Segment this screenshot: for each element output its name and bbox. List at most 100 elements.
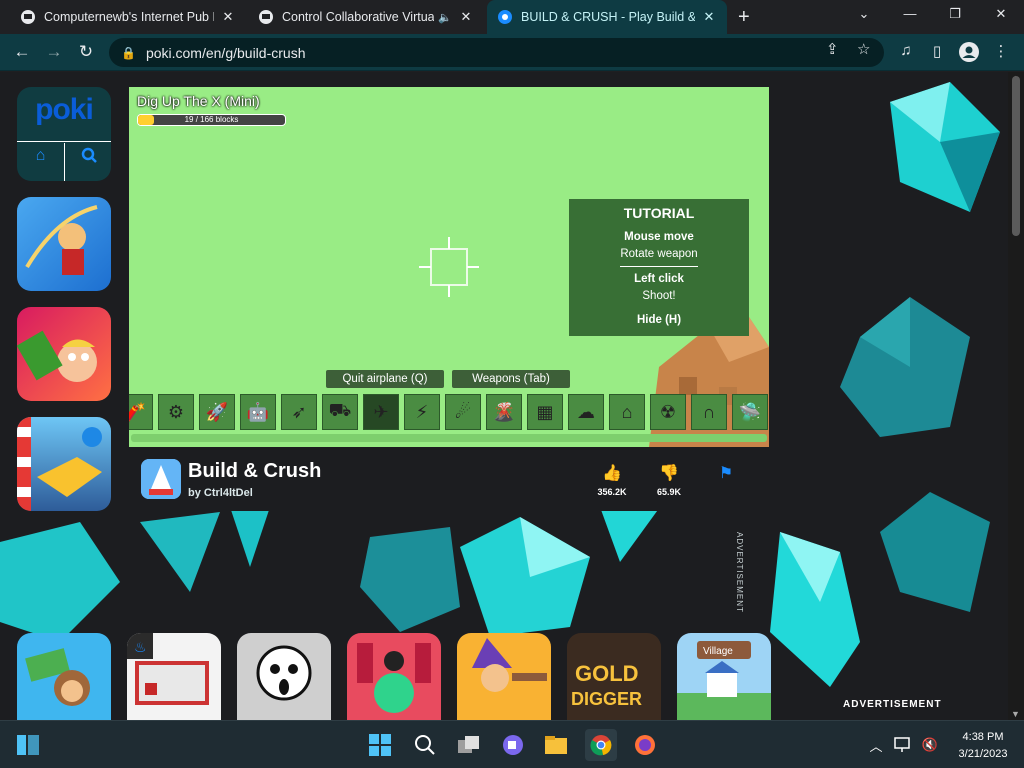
divider <box>620 266 698 267</box>
meteor-slot[interactable]: ☄ <box>445 394 481 430</box>
minimize-icon[interactable]: — <box>898 6 922 21</box>
ufo-slot[interactable]: 🛸 <box>732 394 768 430</box>
volcano-slot[interactable]: 🌋 <box>486 394 522 430</box>
crystal-decoration <box>880 492 990 612</box>
address-bar[interactable]: 🔒 poki.com/en/g/build-crush <box>109 38 884 67</box>
crystal-decoration <box>230 507 270 567</box>
tab-close-icon[interactable]: ✕ <box>701 9 717 25</box>
reload-icon[interactable]: ↻ <box>75 42 97 62</box>
poki-logo[interactable]: poki <box>17 93 111 139</box>
crystal-decoration <box>600 507 660 562</box>
tab-computernewb[interactable]: Computernewb's Internet Pub Ho ✕ <box>10 0 246 34</box>
close-window-icon[interactable]: ✕ <box>989 6 1013 22</box>
poki-favicon-icon <box>498 10 512 24</box>
start-icon[interactable] <box>366 731 394 759</box>
media-control-icon[interactable]: ♫ <box>895 42 917 59</box>
robot-slot[interactable]: 🤖 <box>240 394 276 430</box>
page-scrollbar[interactable]: ▲ ▼ <box>1008 72 1024 720</box>
game-thumbnail[interactable]: Village <box>677 633 771 720</box>
tab-search-icon[interactable]: ⌄ <box>852 6 876 22</box>
game-author[interactable]: by Ctrl4ltDel <box>188 487 253 499</box>
chrome-icon[interactable] <box>585 729 617 761</box>
cannon-slot[interactable]: ⛟ <box>322 394 358 430</box>
game-thumbnail[interactable] <box>17 417 111 511</box>
report-button[interactable]: ⚑ <box>706 463 746 483</box>
task-view-icon[interactable] <box>455 731 483 759</box>
dynamite-slot[interactable]: 🧨 <box>129 394 153 430</box>
tab-strip: Computernewb's Internet Pub Ho ✕ Control… <box>0 0 1024 34</box>
game-thumbnail[interactable]: GOLD DIGGER <box>567 633 661 720</box>
restore-icon[interactable]: ❐ <box>943 6 967 22</box>
tab-control-collaborative[interactable]: Control Collaborative Virtual 🔈 ✕ <box>248 0 484 34</box>
cloud-slot[interactable]: ☁ <box>568 394 604 430</box>
widgets-icon[interactable] <box>14 731 42 759</box>
weapons-button[interactable]: Weapons (Tab) <box>452 370 570 388</box>
rocket-slot[interactable]: 🚀 <box>199 394 235 430</box>
like-count: 356.2K <box>597 487 627 497</box>
tutorial-heading: TUTORIAL <box>623 205 695 221</box>
game-thumbnail[interactable] <box>347 633 441 720</box>
url-text: poki.com/en/g/build-crush <box>145 44 306 61</box>
forward-icon[interactable]: → <box>43 42 65 62</box>
bookmark-star-icon[interactable]: ☆ <box>857 40 870 58</box>
tutorial-panel: TUTORIAL Mouse move Rotate weapon Left c… <box>569 199 749 336</box>
tab-close-icon[interactable]: ✕ <box>458 9 474 25</box>
back-icon[interactable]: ← <box>11 42 33 62</box>
show-hidden-icons-icon[interactable]: ︿ <box>862 731 890 759</box>
profile-avatar-icon[interactable] <box>958 42 980 66</box>
divider <box>17 141 111 142</box>
tutorial-hide-button[interactable]: Hide (H) <box>569 314 749 326</box>
clock-date: 3/21/2023 <box>958 748 1008 760</box>
svg-text:DIGGER: DIGGER <box>571 689 642 709</box>
game-thumbnail[interactable] <box>17 633 111 720</box>
advertisement-label: ADVERTISEMENT <box>843 699 942 710</box>
missile-slot[interactable]: ➶ <box>281 394 317 430</box>
game-thumbnail[interactable] <box>237 633 331 720</box>
tutorial-mouse-move: Mouse move <box>624 231 694 243</box>
progress-text: 19 / 166 blocks <box>184 115 239 124</box>
hotbar-scrollbar[interactable] <box>131 434 767 442</box>
file-explorer-icon[interactable] <box>542 731 570 759</box>
tower-slot[interactable]: ▦ <box>527 394 563 430</box>
nuke-slot[interactable]: ☢ <box>650 394 686 430</box>
side-panel-icon[interactable]: ▯ <box>926 42 948 60</box>
crystal-decoration <box>460 517 590 637</box>
computernewb-favicon-icon <box>21 10 35 24</box>
speaker-icon[interactable]: 🔈 <box>438 11 452 24</box>
game-canvas[interactable]: Dig Up The X (Mini) 19 / 166 blocks TUTO… <box>129 87 769 447</box>
dynamite-icon: 🧨 <box>129 401 147 422</box>
browser-menu-icon[interactable]: ⋮ <box>990 42 1012 60</box>
taskbar-clock[interactable]: 4:38 PM 3/21/2023 <box>948 729 1018 763</box>
tab-build-crush[interactable]: BUILD & CRUSH - Play Build & C ✕ <box>487 0 727 34</box>
volume-muted-icon[interactable]: 🔇 <box>916 731 944 759</box>
house-slot[interactable]: ⌂ <box>609 394 645 430</box>
cloud-icon: ☁ <box>577 401 595 422</box>
dislike-button[interactable]: 👎 65.9K <box>649 463 689 497</box>
share-icon[interactable]: ⇪ <box>826 40 839 58</box>
tower-icon: ▦ <box>536 401 554 422</box>
quit-airplane-button[interactable]: Quit airplane (Q) <box>326 370 444 388</box>
crystal-decoration <box>890 82 1000 212</box>
scroll-down-icon[interactable]: ▼ <box>1011 709 1020 719</box>
firefox-icon[interactable] <box>631 731 659 759</box>
game-thumbnail[interactable] <box>457 633 551 720</box>
tab-close-icon[interactable]: ✕ <box>220 9 236 25</box>
game-thumbnail[interactable] <box>17 197 111 291</box>
new-tab-button[interactable]: + <box>738 6 750 29</box>
search-icon[interactable] <box>65 147 111 168</box>
flag-icon: ⚑ <box>718 465 734 482</box>
magnet-slot[interactable]: ∩ <box>691 394 727 430</box>
game-thumbnail[interactable]: ♨ <box>127 633 221 720</box>
airplane-slot[interactable]: ✈ <box>363 394 399 430</box>
game-thumbnail[interactable] <box>17 307 111 401</box>
chat-icon[interactable] <box>499 731 527 759</box>
network-icon[interactable] <box>890 731 918 759</box>
search-icon[interactable] <box>411 731 439 759</box>
home-icon[interactable]: ⌂ <box>17 147 64 165</box>
tire-slot[interactable]: ⚙ <box>158 394 194 430</box>
lightning-slot[interactable]: ⚡ <box>404 394 440 430</box>
scrollbar-thumb[interactable] <box>1012 76 1020 236</box>
level-title: Dig Up The X (Mini) <box>137 93 260 109</box>
like-button[interactable]: 👍 356.2K <box>592 463 632 497</box>
crystal-decoration <box>840 297 970 437</box>
